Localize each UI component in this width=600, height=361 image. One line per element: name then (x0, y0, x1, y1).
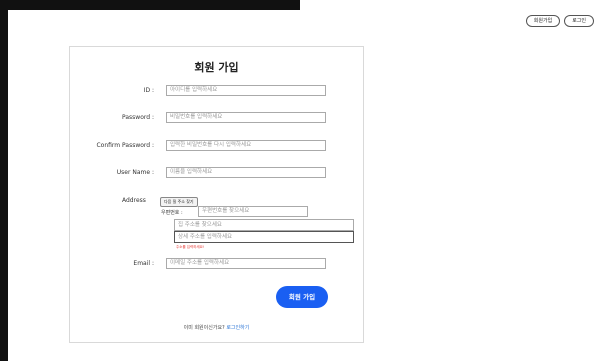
password-label: Password : (122, 114, 154, 121)
password-input[interactable]: 비밀번호를 입력하세요 (166, 112, 326, 123)
username-input[interactable]: 이름을 입력하세요 (166, 167, 326, 178)
confirm-password-label: Confirm Password : (96, 142, 154, 149)
signup-card: 회원 가입 ID : 아이디를 입력하세요 Password : 비밀번호를 입… (69, 46, 364, 343)
dark-left-band (0, 0, 8, 361)
id-row: ID : 아이디를 입력하세요 (70, 85, 363, 97)
address-search-button[interactable]: 다음 질 주소 찾기 (160, 197, 198, 207)
address-detail-input[interactable]: 상세 주소를 입력하세요 (174, 231, 354, 243)
top-nav: 회원가입 로그인 (525, 15, 594, 27)
login-link[interactable]: 로그인하기 (226, 325, 249, 331)
dark-top-band (0, 0, 300, 10)
zip-input[interactable]: 우편번호를 찾으세요 (198, 206, 308, 217)
footer: 이미 회원이신가요? 로그인하기 (70, 324, 363, 331)
id-label: ID : (143, 87, 154, 94)
footer-text: 이미 회원이신가요? (183, 325, 225, 331)
address-warning: 주소를 입력하세요! (176, 245, 205, 249)
email-input[interactable]: 이메일 주소를 입력하세요 (166, 258, 326, 269)
email-label: Email : (133, 260, 154, 267)
page-title: 회원 가입 (194, 61, 239, 74)
email-row: Email : 이메일 주소를 입력하세요 (70, 258, 363, 270)
address-input[interactable]: 집 주소를 찾으세요 (174, 219, 354, 231)
zip-label: 우편번호 : (161, 210, 183, 216)
password-row: Password : 비밀번호를 입력하세요 (70, 112, 363, 124)
username-row: User Name : 이름을 입력하세요 (70, 167, 363, 179)
id-input[interactable]: 아이디를 입력하세요 (166, 85, 326, 96)
nav-login-button[interactable]: 로그인 (564, 15, 594, 27)
address-label: Address (122, 197, 146, 204)
confirm-password-input[interactable]: 입력한 비밀번호를 다시 입력하세요 (166, 140, 326, 151)
username-label: User Name : (116, 169, 154, 176)
confirm-password-row: Confirm Password : 입력한 비밀번호를 다시 입력하세요 (70, 140, 363, 152)
signup-submit-button[interactable]: 회원 가입 (276, 286, 328, 308)
nav-signup-button[interactable]: 회원가입 (525, 15, 561, 27)
